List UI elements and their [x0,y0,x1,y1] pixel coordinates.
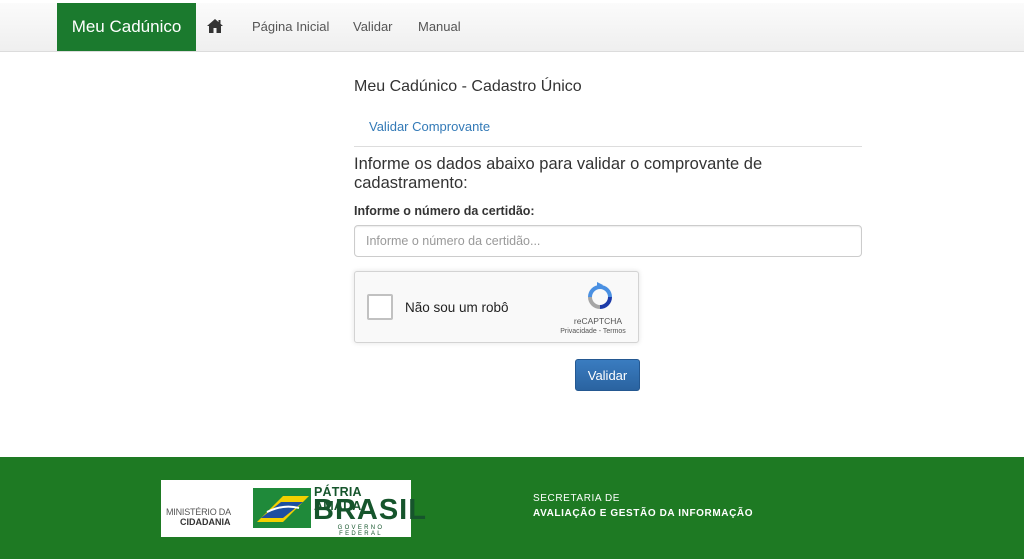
page-title: Meu Cadúnico - Cadastro Único [354,78,582,95]
recaptcha-icon [584,281,616,313]
slogan-line-3: GOVERNO FEDERAL [337,525,385,537]
instructions-text: Informe os dados abaixo para validar o c… [354,155,763,192]
recaptcha-brand: reCAPTCHA [573,316,623,326]
brazil-flag-icon [253,488,311,528]
secretariat-line-2: AVALIAÇÃO E GESTÃO DA INFORMAÇÃO [533,508,754,519]
nav-validar[interactable]: Validar [353,3,393,51]
navbar: Meu Cadúnico Página Inicial Validar Manu… [0,3,1024,52]
recaptcha-widget: Não sou um robô reCAPTCHA Privacidade - … [354,271,639,343]
footer: MINISTÉRIO DA CIDADANIA PÁTRIA AMADA BRA… [0,457,1024,559]
government-logo: MINISTÉRIO DA CIDADANIA PÁTRIA AMADA BRA… [161,480,426,537]
certificate-number-input[interactable] [354,225,862,257]
recaptcha-checkbox[interactable] [367,294,393,320]
slogan-line-2: BRASIL [313,494,427,526]
home-icon[interactable] [206,17,224,35]
ministry-line-2: CIDADANIA [180,517,231,527]
ministry-line-1: MINISTÉRIO DA [166,507,231,517]
certificate-number-label: Informe o número da certidão: [354,204,535,218]
nav-manual[interactable]: Manual [418,3,461,51]
nav-pagina-inicial[interactable]: Página Inicial [252,3,329,51]
tab-divider [354,146,862,147]
recaptcha-label: Não sou um robô [405,300,509,315]
secretariat-line-1: SECRETARIA DE [533,493,621,504]
brand-link[interactable]: Meu Cadúnico [57,3,196,51]
tab-validar-comprovante[interactable]: Validar Comprovante [369,119,490,134]
recaptcha-privacy-terms[interactable]: Privacidade - Termos [548,328,638,335]
validar-button[interactable]: Validar [575,359,640,391]
